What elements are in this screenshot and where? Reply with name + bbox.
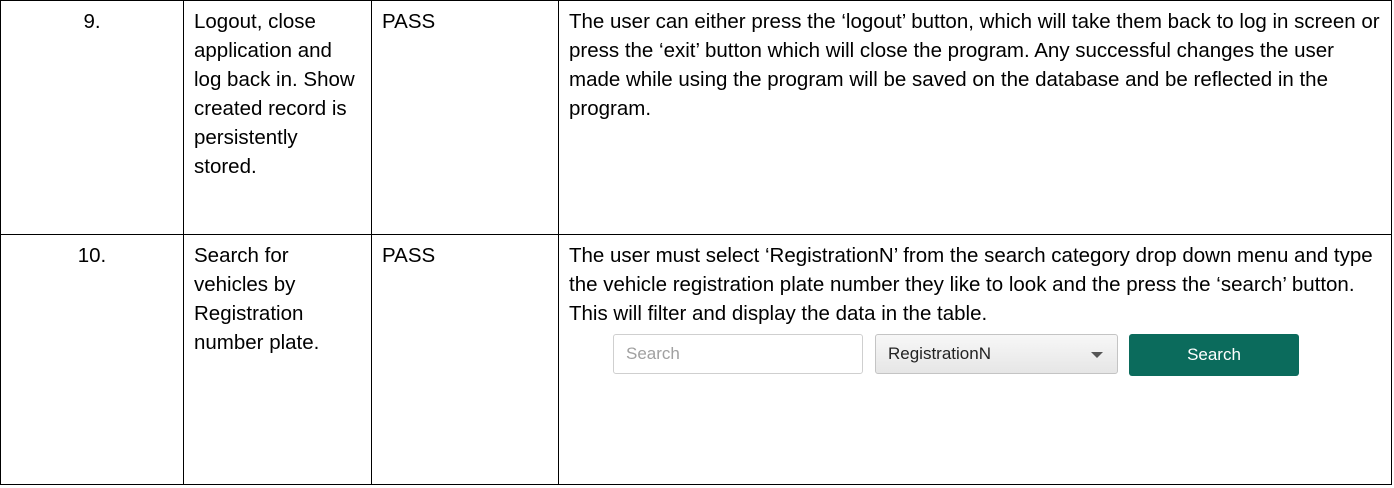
- test-notes-container: The user must select ‘RegistrationN’ fro…: [558, 234, 1392, 485]
- test-description-cell: Search for vehicles by Registration numb…: [183, 234, 372, 485]
- search-widget-screenshot: RegistrationN Search: [569, 334, 1381, 394]
- test-number-cell: 9.: [0, 0, 184, 235]
- dropdown-selected-value: RegistrationN: [888, 344, 991, 363]
- test-notes-cell: The user can either press the ‘logout’ b…: [558, 0, 1392, 235]
- test-number-cell: 10.: [0, 234, 184, 485]
- test-result-cell: PASS: [371, 234, 559, 485]
- test-notes-text: The user must select ‘RegistrationN’ fro…: [569, 244, 1373, 325]
- test-description-cell: Logout, close application and log back i…: [183, 0, 372, 235]
- table-row: 10. Search for vehicles by Registration …: [0, 234, 1392, 485]
- search-input[interactable]: [613, 334, 863, 374]
- search-button[interactable]: Search: [1129, 334, 1299, 376]
- test-result-cell: PASS: [371, 0, 559, 235]
- search-category-dropdown[interactable]: RegistrationN: [875, 334, 1118, 374]
- test-results-table: 9. Logout, close application and log bac…: [0, 0, 1392, 485]
- table-row: 9. Logout, close application and log bac…: [0, 0, 1392, 235]
- chevron-down-icon: [1091, 352, 1103, 358]
